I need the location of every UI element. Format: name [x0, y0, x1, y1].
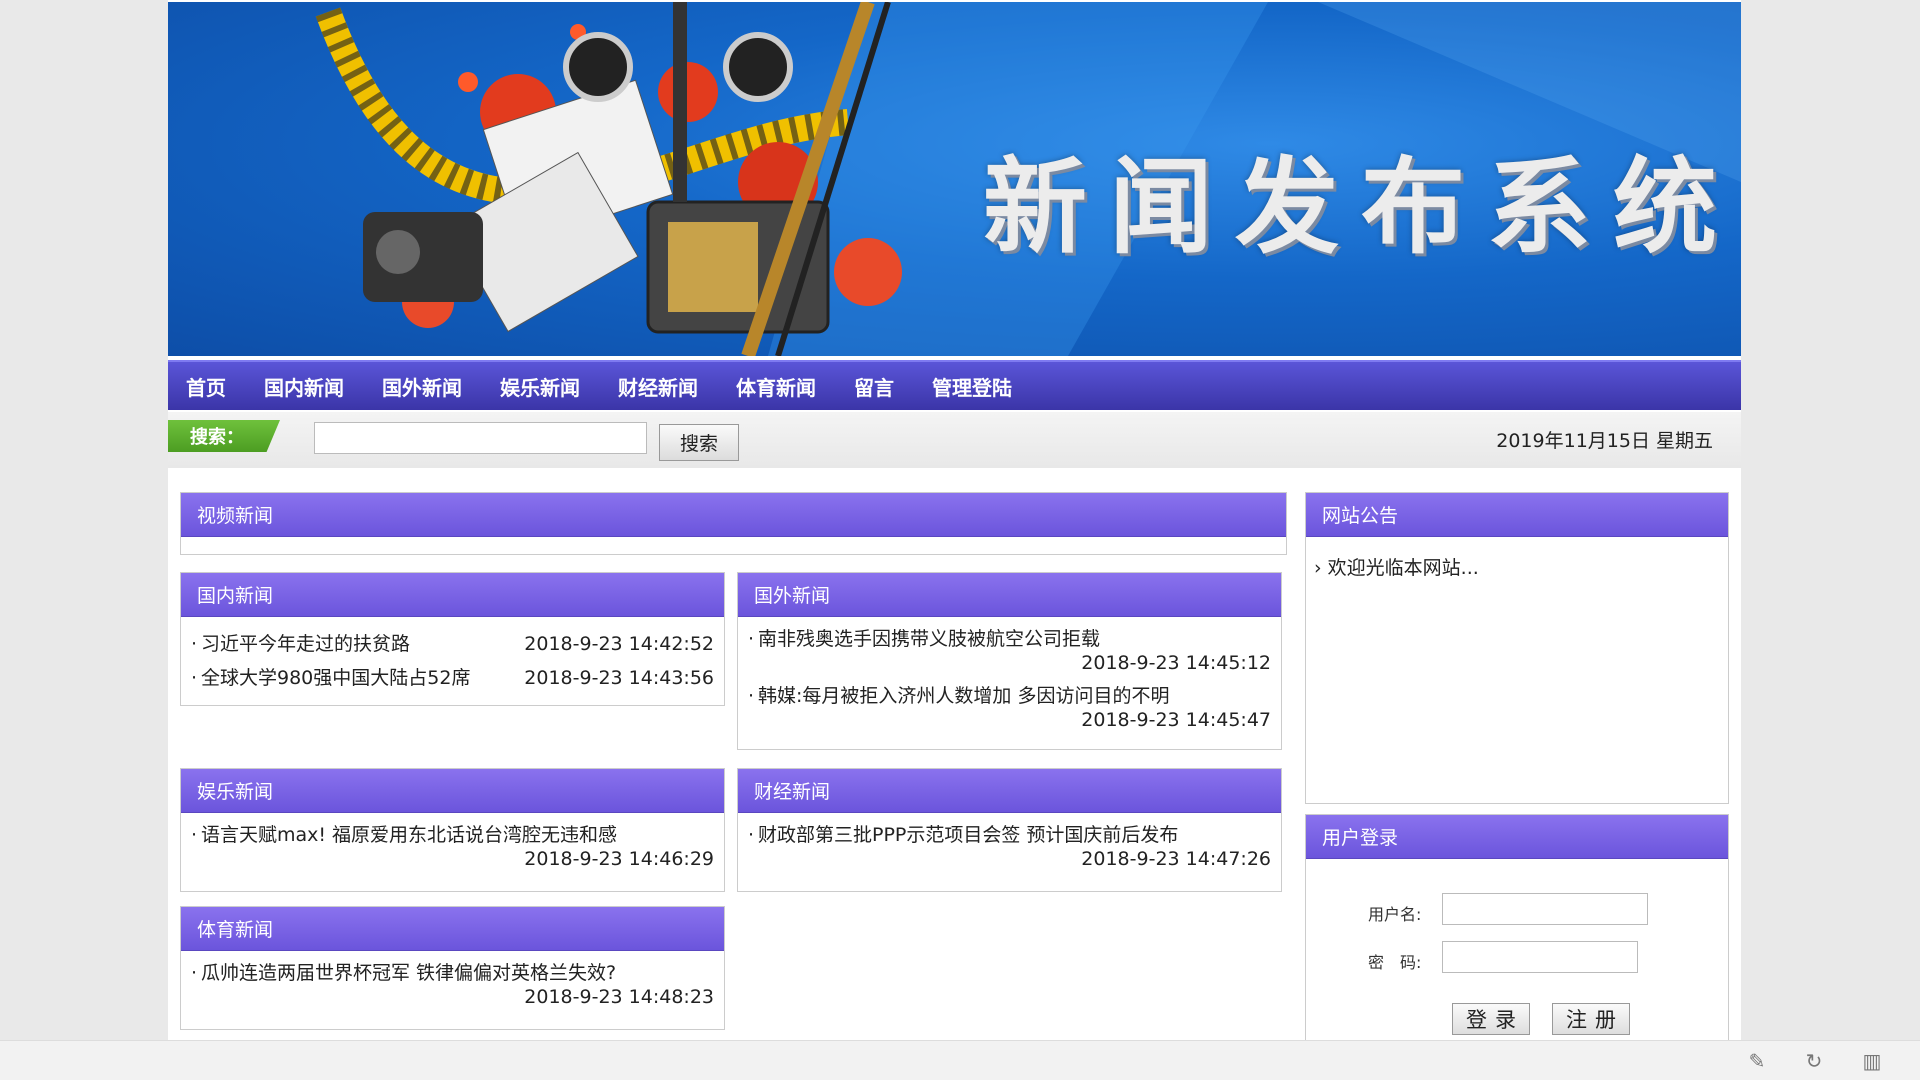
register-button[interactable]: 注册 [1552, 1003, 1630, 1035]
news-time: 2018-9-23 14:48:23 [524, 986, 714, 1008]
content-area: 视频新闻 国内新闻 · 习近平今年走过的扶贫路 2018-9-23 14:42:5… [168, 478, 1741, 1040]
finance-news-header: 财经新闻 [738, 769, 1281, 813]
news-title[interactable]: 财政部第三批PPP示范项目会签 预计国庆前后发布 [758, 824, 1178, 846]
login-button[interactable]: 登录 [1452, 1003, 1530, 1035]
nav-admin-login[interactable]: 管理登陆 [932, 372, 1012, 401]
nav-message[interactable]: 留言 [854, 372, 894, 401]
video-news-header: 视频新闻 [181, 493, 1286, 537]
finance-news-box: 财经新闻 · 财政部第三批PPP示范项目会签 预计国庆前后发布 2018-9-23… [737, 768, 1282, 892]
page: 新闻发布系统 首页 国内新闻 国外新闻 娱乐新闻 财经新闻 体育新闻 留言 管理… [168, 0, 1741, 1040]
chevron-right-icon: › [1314, 557, 1322, 579]
news-title[interactable]: 南非残奥选手因携带义肢被航空公司拒载 [758, 628, 1100, 650]
username-label: 用户名: [1368, 905, 1422, 924]
nav-sports[interactable]: 体育新闻 [736, 372, 816, 401]
login-box: 用户登录 用户名: 密 码: 登录 注册 [1305, 814, 1729, 1040]
news-title[interactable]: 韩媒:每月被拒入济州人数增加 多因访问目的不明 [758, 685, 1169, 707]
news-time: 2018-9-23 14:43:56 [524, 667, 714, 689]
main-nav: 首页 国内新闻 国外新闻 娱乐新闻 财经新闻 体育新闻 留言 管理登陆 [168, 360, 1741, 410]
username-input[interactable] [1442, 893, 1648, 925]
news-time: 2018-9-23 14:45:47 [1081, 709, 1271, 731]
domestic-news-header: 国内新闻 [181, 573, 724, 617]
foreign-news-header: 国外新闻 [738, 573, 1281, 617]
password-input[interactable] [1442, 941, 1638, 973]
login-header: 用户登录 [1306, 815, 1728, 859]
news-item[interactable]: · 财政部第三批PPP示范项目会签 预计国庆前后发布 2018-9-23 14:4… [748, 823, 1271, 871]
news-title[interactable]: 全球大学980强中国大陆占52席 [201, 667, 470, 689]
pin-icon[interactable]: ✎ [1745, 1049, 1769, 1073]
search-button[interactable]: 搜索 [659, 424, 739, 461]
current-date: 2019年11月15日 星期五 [1496, 430, 1713, 452]
password-label: 密 码: [1368, 953, 1422, 972]
search-bar: 搜索： 搜索 2019年11月15日 星期五 [168, 412, 1741, 468]
notice-header: 网站公告 [1306, 493, 1728, 537]
nav-foreign[interactable]: 国外新闻 [382, 372, 462, 401]
news-time: 2018-9-23 14:45:12 [1081, 652, 1271, 674]
search-input[interactable] [314, 422, 647, 454]
search-label: 搜索： [168, 420, 280, 452]
foreign-news-box: 国外新闻 · 南非残奥选手因携带义肢被航空公司拒载 2018-9-23 14:45… [737, 572, 1282, 750]
notice-item[interactable]: › 欢迎光临本网站... [1306, 537, 1728, 580]
news-item[interactable]: · 瓜帅连造两届世界杯冠军 铁律偏偏对英格兰失效? 2018-9-23 14:48… [191, 961, 714, 1009]
news-item[interactable]: · 南非残奥选手因携带义肢被航空公司拒载 2018-9-23 14:45:12 [748, 627, 1271, 675]
nav-domestic[interactable]: 国内新闻 [264, 372, 344, 401]
refresh-icon[interactable]: ↻ [1802, 1049, 1826, 1073]
news-item[interactable]: · 语言天赋max! 福原爱用东北话说台湾腔无违和感 2018-9-23 14:4… [191, 823, 714, 871]
video-news-box: 视频新闻 [180, 492, 1287, 555]
news-item[interactable]: · 习近平今年走过的扶贫路 2018-9-23 14:42:52 [191, 627, 714, 661]
site-title: 新闻发布系统 [983, 146, 1740, 268]
nav-finance[interactable]: 财经新闻 [618, 372, 698, 401]
entertainment-news-box: 娱乐新闻 · 语言天赋max! 福原爱用东北话说台湾腔无违和感 2018-9-23… [180, 768, 725, 892]
bottom-toolbar: ✎ ↻ ▥ [0, 1040, 1920, 1080]
news-time: 2018-9-23 14:47:26 [1081, 848, 1271, 870]
banner: 新闻发布系统 [168, 2, 1741, 356]
domestic-news-box: 国内新闻 · 习近平今年走过的扶贫路 2018-9-23 14:42:52 · 全球… [180, 572, 725, 706]
sports-news-box: 体育新闻 · 瓜帅连造两届世界杯冠军 铁律偏偏对英格兰失效? 2018-9-23 … [180, 906, 725, 1030]
news-title[interactable]: 语言天赋max! 福原爱用东北话说台湾腔无违和感 [201, 824, 617, 846]
news-title[interactable]: 习近平今年走过的扶贫路 [201, 633, 410, 655]
nav-home[interactable]: 首页 [186, 372, 226, 401]
news-item[interactable]: · 全球大学980强中国大陆占52席 2018-9-23 14:43:56 [191, 661, 714, 695]
entertainment-news-header: 娱乐新闻 [181, 769, 724, 813]
news-time: 2018-9-23 14:42:52 [524, 633, 714, 655]
trash-icon[interactable]: ▥ [1860, 1049, 1884, 1073]
notice-box: 网站公告 › 欢迎光临本网站... [1305, 492, 1729, 804]
news-title[interactable]: 瓜帅连造两届世界杯冠军 铁律偏偏对英格兰失效? [201, 962, 616, 984]
nav-entertainment[interactable]: 娱乐新闻 [500, 372, 580, 401]
sports-news-header: 体育新闻 [181, 907, 724, 951]
notice-text[interactable]: 欢迎光临本网站... [1328, 557, 1479, 579]
news-time: 2018-9-23 14:46:29 [524, 848, 714, 870]
news-item[interactable]: · 韩媒:每月被拒入济州人数增加 多因访问目的不明 2018-9-23 14:45… [748, 684, 1271, 732]
